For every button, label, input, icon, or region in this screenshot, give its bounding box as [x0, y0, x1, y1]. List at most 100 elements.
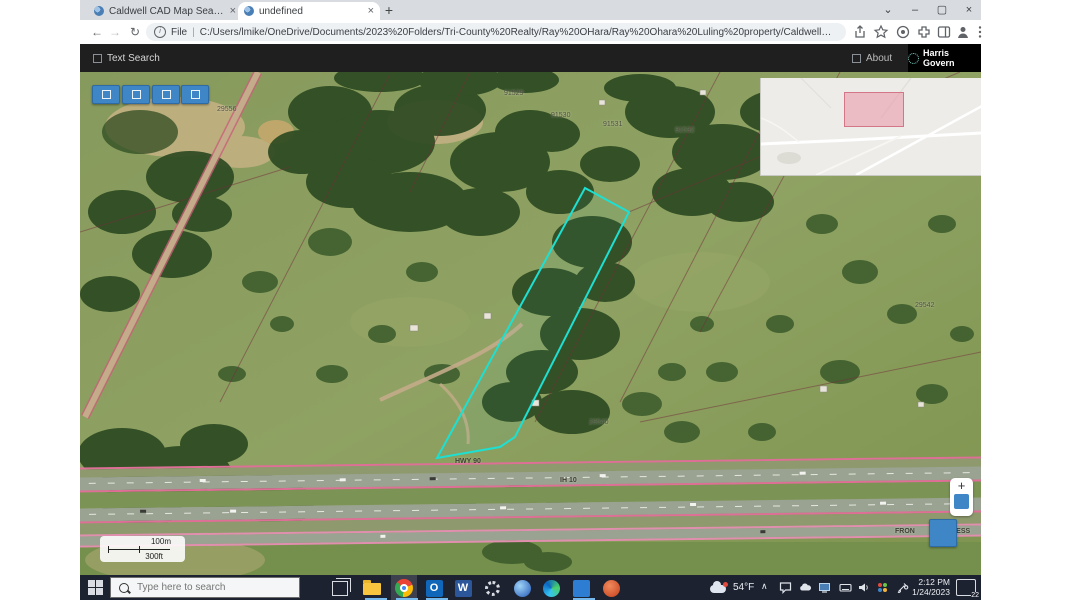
teams-icon[interactable]	[571, 578, 591, 598]
feedback-hub-icon[interactable]	[779, 575, 792, 600]
map-app-header: Text Search About Harris Govern	[80, 44, 981, 72]
edge-icon[interactable]	[541, 578, 561, 598]
text-search-icon	[93, 54, 102, 63]
map-tool-button-3[interactable]	[152, 85, 180, 104]
parcel-label: 91532	[675, 127, 694, 134]
extensions-puzzle-icon[interactable]	[916, 24, 932, 40]
about-button[interactable]: About	[852, 44, 892, 72]
forward-button[interactable]: →	[106, 23, 124, 41]
file-explorer-icon[interactable]	[363, 578, 383, 598]
url-scheme: File	[171, 27, 187, 38]
profile-avatar-icon[interactable]	[955, 24, 971, 40]
harris-govern-brand[interactable]: Harris Govern	[908, 44, 981, 72]
tray-chevron-up-icon[interactable]: ∧	[761, 581, 768, 600]
extension-circle-icon[interactable]	[895, 24, 911, 40]
brand-gear-icon	[908, 53, 919, 64]
side-panel-icon[interactable]	[936, 24, 952, 40]
tab-close-icon[interactable]: ×	[368, 6, 374, 16]
tab-close-icon[interactable]: ×	[230, 6, 236, 16]
settings-gear-icon[interactable]	[482, 578, 502, 598]
clock-date: 1/24/2023	[908, 587, 950, 597]
search-icon	[119, 583, 129, 593]
tab-title: Caldwell CAD Map Search	[109, 6, 225, 17]
search-input[interactable]	[135, 581, 289, 594]
display-icon[interactable]	[818, 575, 831, 600]
task-view-icon[interactable]	[332, 581, 348, 596]
inset-extent-rectangle[interactable]	[844, 92, 904, 127]
notification-count: 22	[971, 592, 979, 599]
map-marker-button[interactable]	[929, 519, 957, 547]
tab-favicon	[94, 6, 104, 16]
onedrive-cloud-icon[interactable]	[799, 575, 812, 600]
notification-center-icon[interactable]: 22	[956, 579, 976, 596]
browser-window: Caldwell CAD Map Search × undefined × + …	[80, 0, 981, 600]
parcel-label: 29540	[589, 419, 608, 426]
map-tool-icon	[162, 90, 171, 99]
window-maximize-button[interactable]: ▢	[929, 0, 955, 20]
parcel-label: 29542	[915, 302, 934, 309]
new-tab-button[interactable]: +	[380, 1, 398, 19]
parcel-label: 91530	[551, 112, 570, 119]
taskbar-search-box[interactable]	[110, 577, 300, 598]
tab-search-chevron-icon[interactable]: ⌄	[875, 0, 901, 20]
window-close-button[interactable]: ×	[956, 0, 982, 20]
brand-label: Harris Govern	[923, 48, 981, 68]
scale-metric-label: 100m	[151, 537, 171, 546]
road-label-frontage: FRON	[895, 528, 915, 535]
address-bar[interactable]: i File | C:/Users/lmike/OneDrive/Documen…	[146, 23, 846, 41]
tab-undefined[interactable]: undefined ×	[238, 2, 380, 20]
page-info-icon[interactable]: i	[154, 26, 166, 38]
screenshot-canvas: Caldwell CAD Map Search × undefined × + …	[0, 0, 1066, 600]
tab-favicon	[244, 6, 254, 16]
parcel-label: 29556	[217, 106, 236, 113]
keyboard-icon[interactable]	[839, 575, 852, 600]
map-tool-icon	[191, 90, 200, 99]
word-icon[interactable]: W	[453, 578, 473, 598]
reload-button[interactable]: ↻	[126, 23, 144, 41]
about-label: About	[866, 53, 892, 64]
tab-title: undefined	[259, 6, 363, 17]
browser-menu-icon[interactable]	[972, 24, 988, 40]
taskbar-clock[interactable]: 2:12 PM 1/24/2023	[908, 577, 950, 597]
chrome-icon[interactable]	[394, 578, 414, 598]
powerpoint-icon[interactable]	[601, 578, 621, 598]
text-search-label: Text Search	[107, 53, 160, 64]
antivirus-icon[interactable]	[876, 575, 889, 600]
weather-temp[interactable]: 54°F	[733, 582, 754, 600]
back-button[interactable]: ←	[88, 23, 106, 41]
tab-strip: Caldwell CAD Map Search × undefined × + …	[80, 0, 981, 20]
start-button[interactable]	[88, 580, 103, 595]
zoom-in-button[interactable]: +	[950, 478, 973, 494]
text-search-button[interactable]: Text Search	[93, 44, 160, 72]
scale-bar: 100m 300ft	[100, 536, 185, 562]
scale-line	[108, 549, 170, 550]
scale-imperial-label: 300ft	[145, 552, 163, 561]
url-text: C:/Users/lmike/OneDrive/Documents/2023%2…	[200, 27, 838, 38]
map-tool-button-1[interactable]	[92, 85, 120, 104]
road-label-hwy90: HWY 90	[455, 458, 481, 465]
map-tool-button-2[interactable]	[122, 85, 150, 104]
map-tool-button-4[interactable]	[181, 85, 209, 104]
bookmark-star-icon[interactable]	[873, 24, 889, 40]
road-label-ih10: IH 10	[560, 477, 577, 484]
share-icon[interactable]	[852, 24, 868, 40]
about-icon	[852, 54, 861, 63]
zoom-slider-handle[interactable]	[954, 494, 969, 509]
map-tool-icon	[132, 90, 141, 99]
volume-icon[interactable]	[857, 575, 870, 600]
browser-toolbar: ← → ↻ i File | C:/Users/lmike/OneDrive/D…	[80, 20, 981, 45]
clock-time: 2:12 PM	[908, 577, 950, 587]
windows-taskbar: O W 54°F ∧ 2:12 PM 1/24/2023	[80, 575, 981, 600]
map-viewport[interactable]: 91529 91530 91531 91532 29556 29542 2954…	[80, 72, 981, 575]
overview-inset-map[interactable]	[760, 78, 981, 176]
parcel-label: 91531	[603, 121, 622, 128]
weather-cloud-icon[interactable]	[710, 575, 728, 600]
map-tool-icon	[102, 90, 111, 99]
parcel-label: 91529	[504, 90, 523, 97]
outlook-icon[interactable]: O	[424, 578, 444, 598]
zoom-control[interactable]: +	[950, 478, 973, 516]
media-player-icon[interactable]	[512, 578, 532, 598]
window-minimize-button[interactable]: –	[902, 0, 928, 20]
url-separator: |	[192, 27, 195, 38]
tab-caldwell-cad-map-search[interactable]: Caldwell CAD Map Search ×	[88, 2, 242, 20]
